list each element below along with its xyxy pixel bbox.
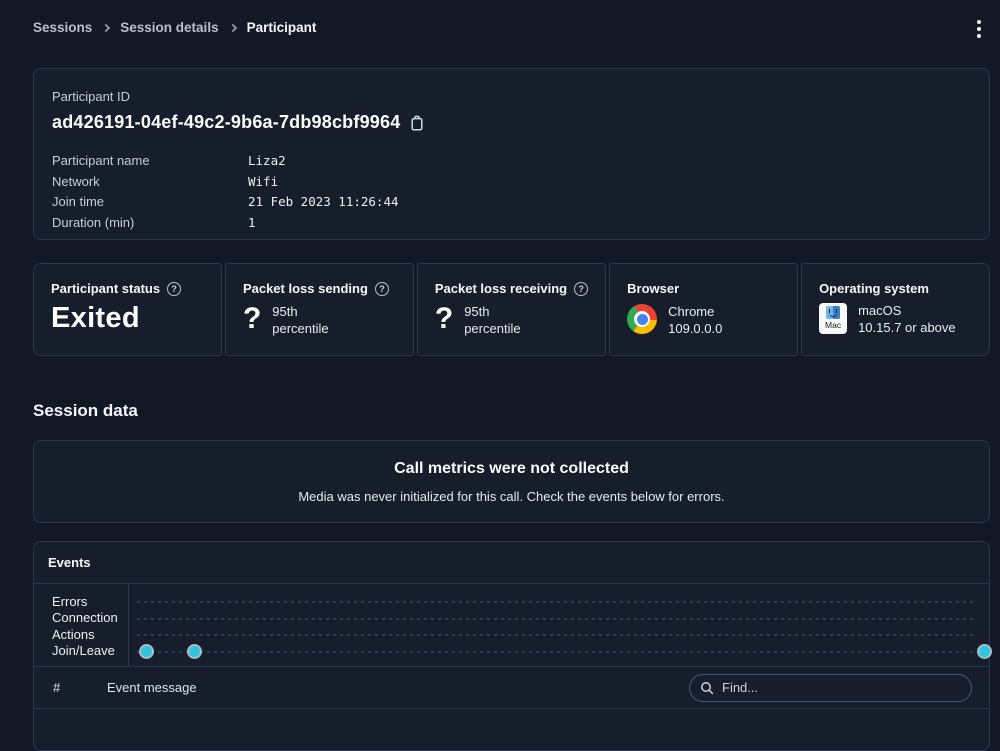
browser-version: 109.0.0.0 bbox=[668, 321, 722, 336]
events-title: Events bbox=[48, 555, 91, 570]
detail-value: 1 bbox=[248, 215, 256, 230]
timeline-row-label-connection: Connection bbox=[52, 610, 128, 626]
unknown-value-icon: ? bbox=[243, 304, 261, 334]
percentile-line2: percentile bbox=[272, 321, 328, 336]
participant-card: Participant ID ad426191-04ef-49c2-9b6a-7… bbox=[33, 68, 990, 240]
percentile-line2: percentile bbox=[464, 321, 520, 336]
os-version: 10.15.7 or above bbox=[858, 320, 956, 335]
participant-id-value: ad426191-04ef-49c2-9b6a-7db98cbf9964 bbox=[52, 112, 400, 133]
status-card-title: Operating system bbox=[819, 281, 929, 296]
event-dot[interactable] bbox=[979, 646, 990, 657]
detail-value: Liza2 bbox=[248, 153, 286, 168]
column-header-number: # bbox=[53, 680, 68, 695]
participant-id-label: Participant ID bbox=[52, 89, 971, 104]
os-name: macOS bbox=[858, 303, 901, 318]
detail-row: Join time 21 Feb 2023 11:26:44 bbox=[52, 192, 971, 213]
detail-value: Wifi bbox=[248, 174, 278, 189]
detail-value: 21 Feb 2023 11:26:44 bbox=[248, 194, 399, 209]
detail-label: Network bbox=[52, 174, 248, 189]
find-input[interactable] bbox=[689, 674, 972, 702]
chrome-icon bbox=[627, 304, 657, 334]
status-card-packet-loss-receiving: Packet loss receiving ? 95th percentile bbox=[417, 263, 606, 356]
detail-label: Join time bbox=[52, 194, 248, 209]
percentile-line1: 95th bbox=[464, 304, 489, 319]
help-icon[interactable] bbox=[375, 282, 389, 296]
timeline-plot bbox=[129, 584, 989, 666]
event-dot[interactable] bbox=[189, 646, 200, 657]
copy-icon[interactable] bbox=[410, 115, 424, 131]
detail-label: Participant name bbox=[52, 153, 248, 168]
percentile-line1: 95th bbox=[272, 304, 297, 319]
help-icon[interactable] bbox=[574, 282, 588, 296]
status-card-participant-status: Participant status Exited bbox=[33, 263, 222, 356]
breadcrumb: Sessions Session details Participant bbox=[33, 20, 316, 35]
chevron-right-icon bbox=[102, 23, 110, 31]
event-dot[interactable] bbox=[141, 646, 152, 657]
timeline-track bbox=[137, 601, 975, 603]
breadcrumb-participant: Participant bbox=[247, 20, 317, 35]
status-card-packet-loss-sending: Packet loss sending ? 95th percentile bbox=[225, 263, 414, 356]
unknown-value-icon: ? bbox=[435, 304, 453, 334]
chevron-right-icon bbox=[228, 23, 236, 31]
help-icon[interactable] bbox=[167, 282, 181, 296]
detail-label: Duration (min) bbox=[52, 215, 248, 230]
status-cards-row: Participant status Exited Packet loss se… bbox=[33, 263, 990, 356]
timeline-track bbox=[137, 618, 975, 620]
session-data-heading: Session data bbox=[33, 401, 138, 421]
events-card: Events Errors Connection Actions Join/Le… bbox=[33, 541, 990, 751]
participant-details: Participant name Liza2 Network Wifi Join… bbox=[52, 150, 971, 233]
status-card-title: Browser bbox=[627, 281, 679, 296]
status-card-title: Participant status bbox=[51, 281, 160, 296]
status-card-title: Packet loss sending bbox=[243, 281, 368, 296]
timeline-track bbox=[137, 634, 975, 636]
events-timeline: Errors Connection Actions Join/Leave bbox=[34, 584, 989, 667]
metrics-notice-body: Media was never initialized for this cal… bbox=[34, 489, 989, 504]
status-card-operating-system: Operating system Mac macOS 10.15.7 or ab… bbox=[801, 263, 990, 356]
timeline-track bbox=[137, 651, 975, 653]
metrics-notice-card: Call metrics were not collected Media wa… bbox=[33, 440, 990, 523]
browser-name: Chrome bbox=[668, 304, 714, 319]
breadcrumb-sessions[interactable]: Sessions bbox=[33, 20, 92, 35]
macos-icon: Mac bbox=[819, 303, 847, 334]
column-header-event-message: Event message bbox=[107, 680, 197, 695]
timeline-row-label-joinleave: Join/Leave bbox=[52, 643, 128, 659]
metrics-notice-title: Call metrics were not collected bbox=[34, 460, 989, 478]
finder-face-icon bbox=[826, 306, 840, 319]
status-card-browser: Browser Chrome 109.0.0.0 bbox=[609, 263, 798, 356]
detail-row: Duration (min) 1 bbox=[52, 212, 971, 233]
status-card-title: Packet loss receiving bbox=[435, 281, 567, 296]
timeline-row-label-errors: Errors bbox=[52, 594, 128, 610]
detail-row: Network Wifi bbox=[52, 171, 971, 192]
timeline-row-label-actions: Actions bbox=[52, 627, 128, 643]
mac-icon-label: Mac bbox=[825, 319, 841, 331]
kebab-menu-icon[interactable] bbox=[971, 18, 987, 40]
breadcrumb-session-details[interactable]: Session details bbox=[120, 20, 218, 35]
participant-status-value: Exited bbox=[51, 302, 204, 335]
detail-row: Participant name Liza2 bbox=[52, 150, 971, 171]
events-table-header: # Event message bbox=[34, 667, 989, 709]
